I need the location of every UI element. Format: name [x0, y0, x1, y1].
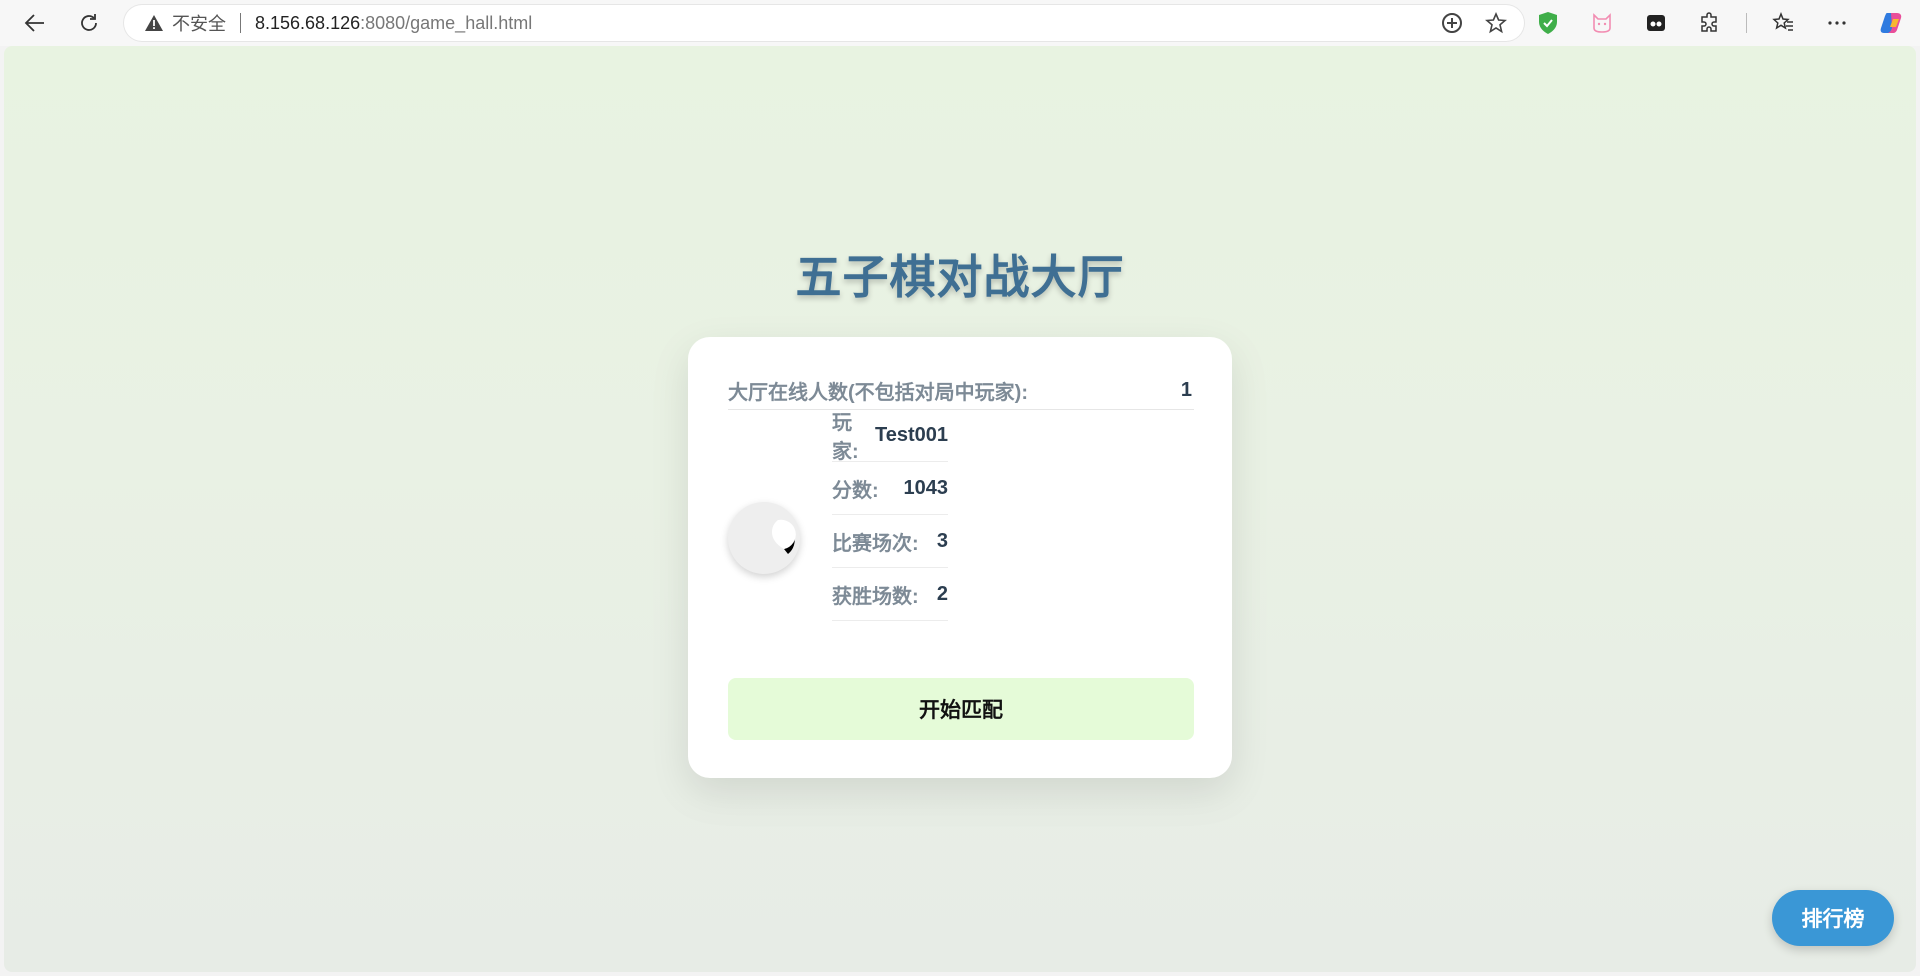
wins-row: 获胜场数: 2 — [832, 568, 948, 621]
copilot-icon[interactable] — [1873, 4, 1909, 42]
wins-value: 2 — [936, 582, 948, 605]
favorites-icon[interactable] — [1765, 4, 1801, 42]
back-arrow-icon[interactable] — [16, 4, 54, 42]
cat-extension-icon[interactable] — [1584, 4, 1620, 42]
more-options-icon[interactable] — [1819, 4, 1855, 42]
player-info-card: 大厅在线人数(不包括对局中玩家): 1 玩家: Test001 分数: 1043 … — [688, 337, 1232, 778]
page-title: 五子棋对战大厅 — [795, 251, 1125, 303]
toolbar-divider — [1746, 13, 1747, 33]
online-count-label: 大厅在线人数(不包括对局中玩家): — [728, 381, 1028, 404]
game-extension-icon[interactable] — [1638, 4, 1674, 42]
score-value: 1043 — [903, 476, 949, 499]
game-hall-page: 五子棋对战大厅 大厅在线人数(不包括对局中玩家): 1 玩家: Test001 分… — [4, 46, 1916, 972]
online-count-row: 大厅在线人数(不包括对局中玩家): 1 — [728, 371, 1194, 410]
security-label[interactable]: 不安全 — [172, 10, 226, 36]
address-divider — [240, 13, 241, 33]
browser-toolbar: 不安全 8.156.68.126:8080/game_hall.html — [0, 0, 1920, 46]
shield-extension-icon[interactable] — [1530, 4, 1566, 42]
score-row: 分数: 1043 — [832, 462, 948, 515]
player-name-label: 玩家: — [832, 412, 859, 463]
warning-icon[interactable] — [144, 13, 164, 33]
avatar — [728, 502, 800, 574]
avatar-spinner-icon — [771, 519, 796, 554]
leaderboard-button[interactable]: 排行榜 — [1772, 890, 1894, 946]
extensions-puzzle-icon[interactable] — [1692, 4, 1728, 42]
immersive-reader-icon[interactable] — [1438, 9, 1466, 37]
matches-label: 比赛场次: — [832, 532, 919, 555]
address-bar[interactable]: 不安全 8.156.68.126:8080/game_hall.html — [124, 5, 1524, 41]
matches-value: 3 — [936, 529, 948, 552]
player-name-value: Test001 — [874, 423, 948, 446]
url-path[interactable]: :8080/game_hall.html — [360, 13, 532, 34]
player-stats: 玩家: Test001 分数: 1043 比赛场次: 3 获胜场数: 2 — [832, 409, 948, 621]
reload-icon[interactable] — [70, 4, 108, 42]
score-label: 分数: — [832, 479, 879, 502]
wins-label: 获胜场数: — [832, 585, 919, 608]
matches-row: 比赛场次: 3 — [832, 515, 948, 568]
online-count-value: 1 — [1180, 378, 1192, 401]
favorite-star-icon[interactable] — [1482, 9, 1510, 37]
url-host[interactable]: 8.156.68.126 — [255, 13, 360, 34]
player-name-row: 玩家: Test001 — [832, 409, 948, 463]
start-match-button[interactable]: 开始匹配 — [728, 678, 1194, 740]
